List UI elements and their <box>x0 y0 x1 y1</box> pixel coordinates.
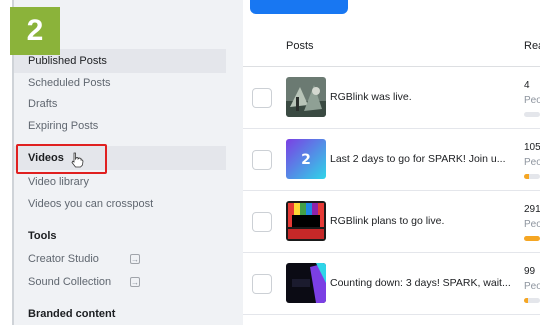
row-checkbox[interactable] <box>252 274 272 294</box>
sidebar-item-label: Sound Collection <box>28 276 112 288</box>
reach-bar <box>524 112 540 117</box>
column-header-posts[interactable]: Posts <box>286 40 314 52</box>
sidebar-item-label: Videos you can crosspost <box>28 198 154 210</box>
sidebar-item-sound-collection[interactable]: Sound Collection <box>14 270 226 295</box>
sidebar-item-label: Drafts <box>28 98 58 110</box>
posts-table: Posts Rea RGBlink was live. 4 Peo <box>243 0 540 325</box>
table-row[interactable]: Counting down: 3 days! SPARK, wait... 99… <box>243 253 540 315</box>
screenshot-frame: 2 Published Posts Scheduled Posts Drafts… <box>0 0 540 325</box>
reach-value: 105 <box>524 142 540 153</box>
post-title[interactable]: Last 2 days to go for SPARK! Join u... <box>330 153 505 165</box>
create-post-button[interactable] <box>250 0 348 14</box>
reach-label: Peo <box>524 219 540 230</box>
sidebar-item-label: Scheduled Posts <box>28 77 111 89</box>
table-row[interactable]: RGBlink plans to go live. 291 Peo <box>243 191 540 253</box>
sidebar-item-videos-crosspost[interactable]: Videos you can crosspost <box>14 192 226 216</box>
post-thumbnail: 2 <box>286 139 326 179</box>
sidebar-section-tools: Tools <box>14 224 226 248</box>
reach-label: Peo <box>524 157 540 168</box>
section-title: Branded content <box>28 308 116 320</box>
row-checkbox[interactable] <box>252 150 272 170</box>
table-row[interactable]: RGBlink was live. 4 Peo <box>243 67 540 129</box>
table-row[interactable]: 2 Last 2 days to go for SPARK! Join u...… <box>243 129 540 191</box>
post-thumbnail <box>286 77 326 117</box>
sidebar-item-expiring-posts[interactable]: Expiring Posts <box>14 114 226 138</box>
sidebar-item-drafts[interactable]: Drafts <box>14 92 226 116</box>
post-title[interactable]: RGBlink was live. <box>330 91 412 103</box>
external-link-icon <box>130 271 140 295</box>
step-badge: 2 <box>10 7 60 55</box>
reach-label: Peo <box>524 95 540 106</box>
post-thumbnail <box>286 263 326 303</box>
reach-bar-fill <box>524 174 529 179</box>
sidebar-section-branded-content: Branded content <box>14 302 226 325</box>
sidebar-item-label: Video library <box>28 176 89 188</box>
reach-label: Peo <box>524 281 540 292</box>
videos-highlight-box <box>16 144 107 174</box>
column-header-reach[interactable]: Rea <box>524 40 540 52</box>
sidebar-item-creator-studio[interactable]: Creator Studio <box>14 247 226 272</box>
sidebar-item-label: Creator Studio <box>28 253 99 265</box>
row-checkbox[interactable] <box>252 212 272 232</box>
sidebar-item-label: Expiring Posts <box>28 120 99 132</box>
reach-bar <box>524 236 540 241</box>
section-title: Tools <box>28 230 57 242</box>
reach-value: 291 <box>524 204 540 215</box>
post-title[interactable]: Counting down: 3 days! SPARK, wait... <box>330 277 511 289</box>
sidebar-item-label: Published Posts <box>28 55 107 67</box>
row-checkbox[interactable] <box>252 88 272 108</box>
reach-value: 99 <box>524 266 536 277</box>
post-title[interactable]: RGBlink plans to go live. <box>330 215 444 227</box>
reach-value: 4 <box>524 80 530 91</box>
svg-text:2: 2 <box>301 152 311 168</box>
external-link-icon <box>130 248 140 272</box>
reach-bar-fill <box>524 298 528 303</box>
reach-bar <box>524 174 540 179</box>
hand-cursor-icon <box>71 152 84 168</box>
post-thumbnail <box>286 201 326 241</box>
reach-bar <box>524 298 540 303</box>
reach-bar-fill <box>524 236 540 241</box>
